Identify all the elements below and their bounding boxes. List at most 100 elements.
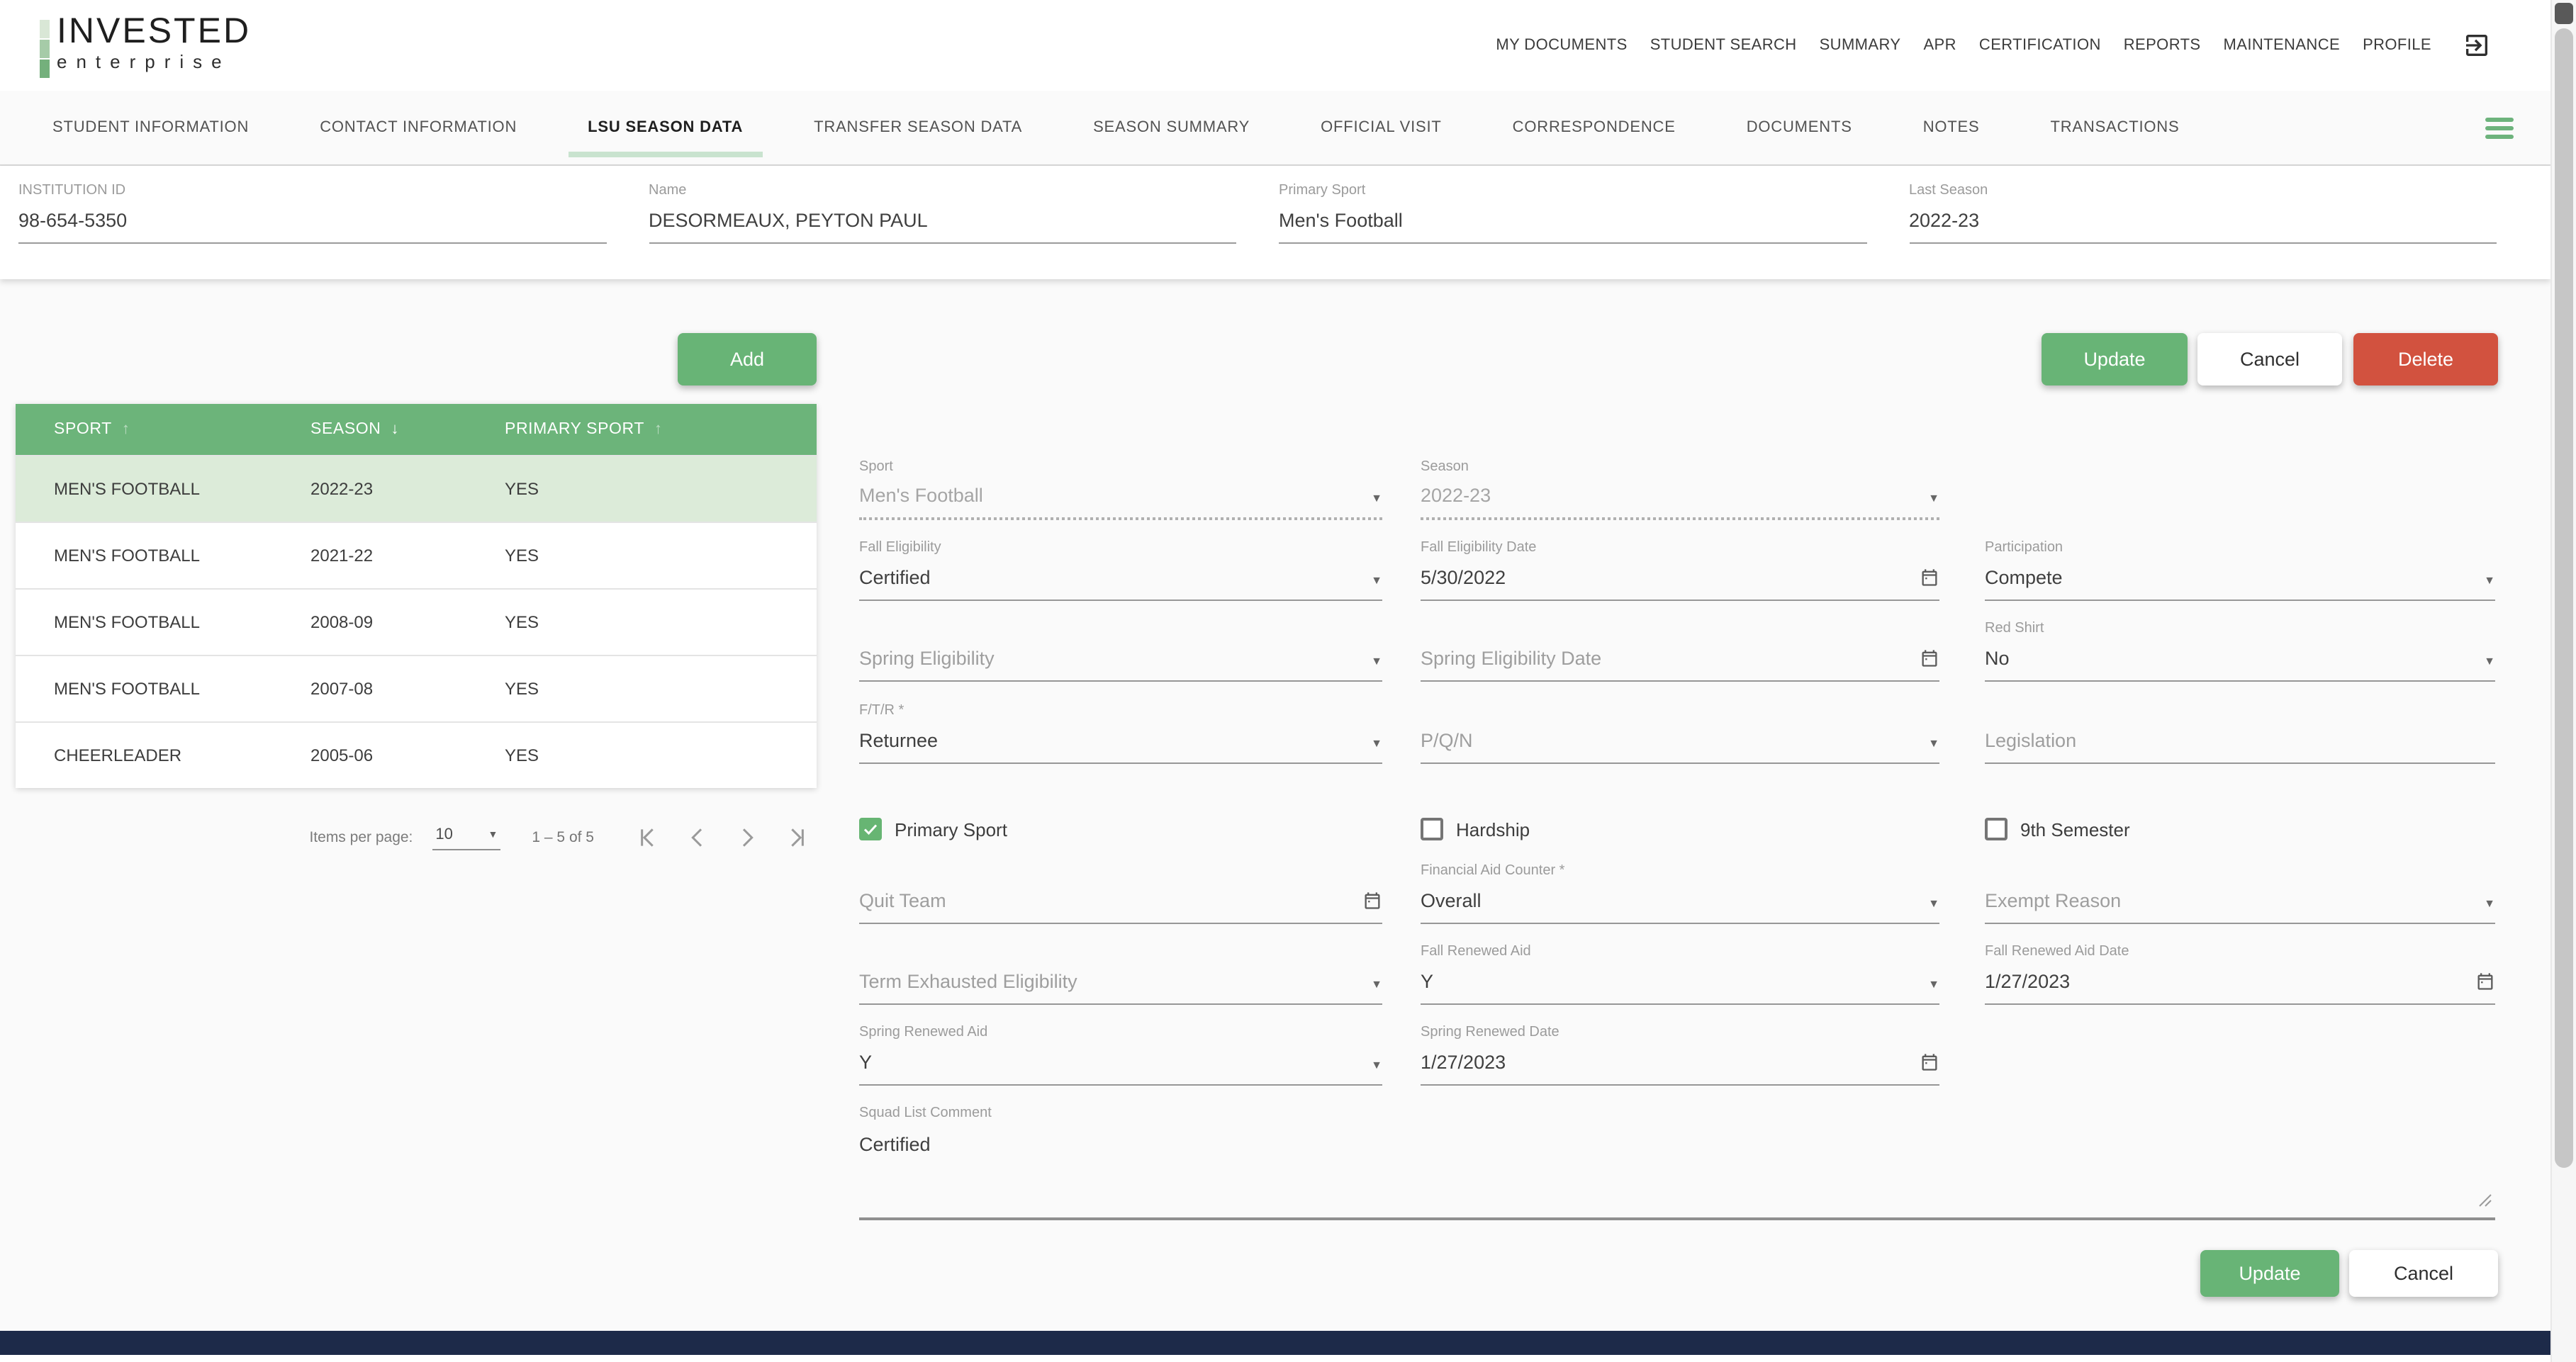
ftr-select[interactable]: F/T/R * Returnee ▼ [859, 703, 1382, 764]
fall-eligibility-date-input[interactable]: Fall Eligibility Date 5/30/2022 [1421, 540, 1939, 601]
last-season-value: 2022-23 [1909, 210, 2497, 244]
spring-renewed-aid-select[interactable]: Spring Renewed Aid Y ▼ [859, 1025, 1382, 1086]
spring-renewed-date-input[interactable]: Spring Renewed Date 1/27/2023 [1421, 1025, 1939, 1086]
squad-list-comment-textarea[interactable]: Certified [859, 1128, 2495, 1220]
institution-id-field[interactable]: INSTITUTION ID 98-654-5350 [18, 183, 606, 279]
primary-sport-label: Primary Sport [1279, 183, 1366, 198]
table-row[interactable]: MEN'S FOOTBALL 2021-22 YES [16, 522, 817, 588]
table-row[interactable]: MEN'S FOOTBALL 2007-08 YES [16, 655, 817, 721]
calendar-icon[interactable] [1920, 567, 1939, 590]
cell-primary-sport: YES [505, 612, 539, 632]
legislation-input[interactable]: Legislation [1985, 703, 2495, 764]
red-shirt-value: No [1985, 647, 2010, 669]
tab-documents[interactable]: DOCUMENTS [1744, 91, 1855, 164]
update-button[interactable]: Update [2042, 333, 2188, 385]
tab-transfer-season-data[interactable]: TRANSFER SEASON DATA [811, 91, 1025, 164]
nav-reports[interactable]: REPORTS [2124, 37, 2201, 54]
pqn-select[interactable]: P/Q/N ▼ [1421, 703, 1939, 764]
tab-correspondence[interactable]: CORRESPONDENCE [1510, 91, 1679, 164]
checkbox-unchecked-icon [1421, 818, 1443, 840]
next-page-icon[interactable] [733, 823, 761, 852]
nav-profile[interactable]: PROFILE [2363, 37, 2431, 54]
spring-eligibility-select[interactable]: Spring Eligibility ▼ [859, 621, 1382, 682]
hardship-checkbox[interactable]: Hardship [1421, 818, 1939, 840]
scrollbar-top-button[interactable] [2555, 3, 2573, 24]
column-label-primary-sport: PRIMARY SPORT [505, 421, 644, 438]
tab-student-information[interactable]: STUDENT INFORMATION [50, 91, 252, 164]
last-page-icon[interactable] [783, 823, 811, 852]
name-value: DESORMEAUX, PEYTON PAUL [649, 210, 1236, 244]
column-header-season[interactable]: SEASON ↓ [310, 421, 505, 438]
chevron-down-icon: ▼ [1371, 1059, 1382, 1071]
cell-season: 2008-09 [310, 612, 374, 632]
nav-maintenance[interactable]: MAINTENANCE [2224, 37, 2341, 54]
table-row[interactable]: MEN'S FOOTBALL 2008-09 YES [16, 588, 817, 655]
nav-my-documents[interactable]: MY DOCUMENTS [1496, 37, 1627, 54]
fall-renewed-aid-date-input[interactable]: Fall Renewed Aid Date 1/27/2023 [1985, 944, 2495, 1005]
sort-asc-icon: ↑ [121, 421, 130, 438]
table-row[interactable]: MEN'S FOOTBALL 2022-23 YES [16, 455, 817, 522]
spring-eligibility-date-placeholder: Spring Eligibility Date [1421, 647, 1602, 669]
nav-apr[interactable]: APR [1923, 37, 1956, 54]
nav-certification[interactable]: CERTIFICATION [1979, 37, 2101, 54]
tab-official-visit[interactable]: OFFICIAL VISIT [1318, 91, 1445, 164]
primary-sport-field[interactable]: Primary Sport Men's Football [1279, 183, 1866, 279]
tab-lsu-season-data[interactable]: LSU SEASON DATA [568, 91, 763, 164]
participation-select[interactable]: Participation Compete ▼ [1985, 540, 2495, 601]
calendar-icon[interactable] [2475, 971, 2495, 994]
tab-notes[interactable]: NOTES [1920, 91, 1983, 164]
footer-white-strip [0, 1355, 2550, 1362]
items-per-page-select[interactable]: 10 ▼ [432, 826, 501, 850]
nav-summary[interactable]: SUMMARY [1820, 37, 1901, 54]
fall-eligibility-label: Fall Eligibility [859, 540, 941, 556]
scrollbar-thumb[interactable] [2555, 28, 2573, 1168]
name-field[interactable]: Name DESORMEAUX, PEYTON PAUL [649, 183, 1236, 279]
financial-aid-counter-select[interactable]: Financial Aid Counter * Overall ▼ [1421, 863, 1939, 924]
ftr-label: F/T/R * [859, 703, 905, 719]
table-row[interactable]: CHEERLEADER 2005-06 YES [16, 721, 817, 788]
column-header-sport[interactable]: SPORT ↑ [54, 421, 310, 438]
vertical-scrollbar[interactable] [2550, 0, 2576, 1362]
resize-handle-icon[interactable] [2478, 1191, 2492, 1212]
term-exhausted-eligibility-select[interactable]: Term Exhausted Eligibility ▼ [859, 944, 1382, 1005]
quit-team-input[interactable]: Quit Team [859, 863, 1382, 924]
tab-transactions[interactable]: TRANSACTIONS [2048, 91, 2183, 164]
app-header: INVESTED enterprise MY DOCUMENTS STUDENT… [0, 0, 2550, 91]
first-page-icon[interactable] [634, 823, 662, 852]
cell-primary-sport: YES [505, 479, 539, 499]
tab-contact-information[interactable]: CONTACT INFORMATION [317, 91, 520, 164]
fall-eligibility-select[interactable]: Fall Eligibility Certified ▼ [859, 540, 1382, 601]
brand-subtitle: enterprise [57, 51, 231, 73]
last-season-label: Last Season [1909, 183, 1988, 198]
primary-sport-checkbox[interactable]: Primary Sport [859, 818, 1382, 840]
menu-hamburger-icon[interactable] [2485, 111, 2514, 144]
form-update-button[interactable]: Update [2200, 1250, 2339, 1297]
add-button[interactable]: Add [678, 333, 817, 385]
logout-icon[interactable] [2463, 31, 2491, 60]
red-shirt-select[interactable]: Red Shirt No ▼ [1985, 621, 2495, 682]
calendar-icon[interactable] [1920, 648, 1939, 670]
spring-renewed-date-label: Spring Renewed Date [1421, 1025, 1559, 1040]
last-season-field[interactable]: Last Season 2022-23 [1909, 183, 2497, 279]
ninth-semester-checkbox[interactable]: 9th Semester [1985, 818, 2495, 840]
cell-primary-sport: YES [505, 546, 539, 565]
exempt-reason-select[interactable]: Exempt Reason ▼ [1985, 863, 2495, 924]
cancel-button[interactable]: Cancel [2197, 333, 2342, 385]
season-select: Season 2022-23 ▼ [1421, 459, 1939, 520]
checkbox-checked-icon [859, 818, 882, 840]
paginator-controls [634, 823, 811, 852]
calendar-icon[interactable] [1920, 1052, 1939, 1074]
calendar-icon[interactable] [1362, 890, 1382, 913]
cell-primary-sport: YES [505, 745, 539, 765]
form-cancel-button[interactable]: Cancel [2349, 1250, 2498, 1297]
cell-season: 2007-08 [310, 679, 374, 699]
previous-page-icon[interactable] [683, 823, 712, 852]
items-per-page-label: Items per page: [309, 829, 413, 846]
column-header-primary-sport[interactable]: PRIMARY SPORT ↑ [505, 421, 817, 438]
fall-renewed-aid-select[interactable]: Fall Renewed Aid Y ▼ [1421, 944, 1939, 1005]
chevron-down-icon: ▼ [1371, 655, 1382, 668]
delete-button[interactable]: Delete [2353, 333, 2498, 385]
nav-student-search[interactable]: STUDENT SEARCH [1650, 37, 1797, 54]
spring-eligibility-date-input[interactable]: Spring Eligibility Date [1421, 621, 1939, 682]
tab-season-summary[interactable]: SEASON SUMMARY [1090, 91, 1253, 164]
